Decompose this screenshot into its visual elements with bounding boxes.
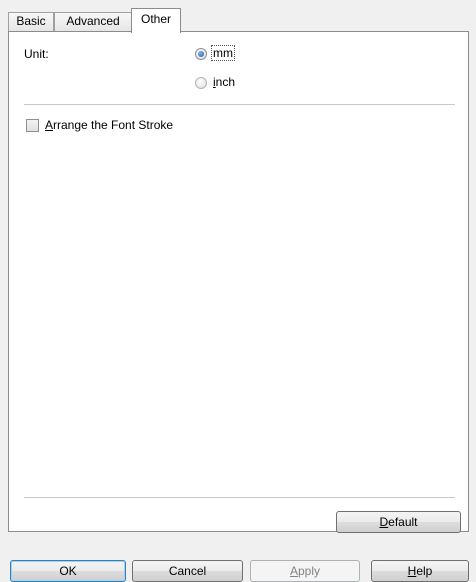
unit-mm-label[interactable]: mm	[211, 45, 235, 61]
cancel-button[interactable]: Cancel	[132, 560, 243, 582]
default-button-mnemonic: D	[379, 515, 389, 529]
unit-mm-radio[interactable]	[195, 48, 207, 60]
tab-other[interactable]: Other	[131, 8, 181, 33]
unit-inch-label[interactable]: inch	[213, 75, 235, 89]
unit-label: Unit:	[24, 47, 49, 61]
radio-selected-dot	[198, 51, 204, 57]
unit-mm-text: mm	[213, 46, 233, 60]
tab-basic[interactable]: Basic	[8, 12, 54, 31]
cancel-button-label: Cancel	[168, 564, 207, 578]
apply-button[interactable]: Apply	[250, 560, 360, 582]
help-button[interactable]: Help	[371, 560, 469, 582]
unit-inch-mnemonic: i	[213, 75, 216, 89]
default-button[interactable]: Default	[336, 511, 461, 533]
tab-panel-other: Unit: mm inch Arrange the Font Stroke De…	[8, 31, 469, 533]
unit-inch-radio[interactable]	[195, 77, 207, 89]
tab-advanced-label: Advanced	[66, 14, 120, 28]
section-separator	[24, 104, 455, 105]
ok-button[interactable]: OK	[10, 560, 126, 582]
help-button-mnemonic: H	[407, 564, 417, 578]
tab-basic-label: Basic	[16, 14, 46, 28]
tab-other-label: Other	[140, 12, 171, 26]
apply-button-mnemonic: A	[289, 564, 298, 578]
arrange-font-stroke-checkbox[interactable]	[26, 119, 39, 132]
arrange-font-stroke-label[interactable]: Arrange the Font Stroke	[45, 118, 173, 132]
ok-button-label: OK	[59, 564, 77, 578]
bottom-separator	[24, 497, 455, 498]
tab-advanced[interactable]: Advanced	[54, 12, 132, 31]
arrange-font-stroke-mnemonic: A	[45, 118, 54, 132]
